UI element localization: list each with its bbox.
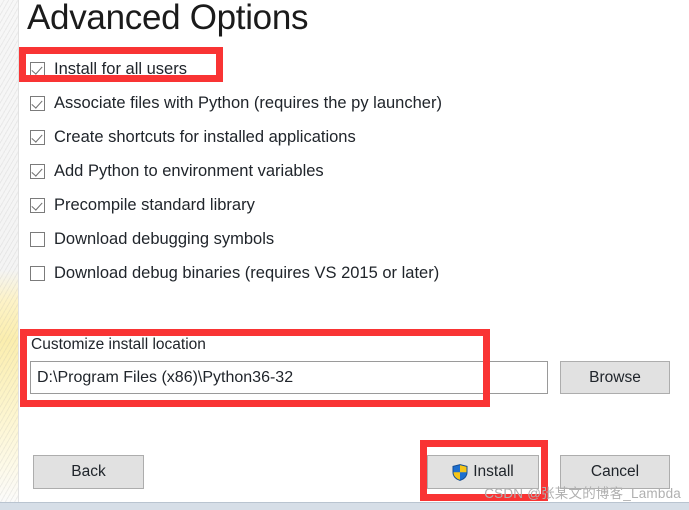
cancel-button-label: Cancel (590, 463, 640, 480)
option-row-associate-files[interactable]: Associate files with Python (requires th… (30, 86, 550, 120)
back-button-label: Back (71, 463, 106, 480)
page-title: Advanced Options (27, 0, 309, 37)
option-row-download-debugging-symbols[interactable]: Download debugging symbols (30, 222, 550, 256)
checkbox-precompile-stdlib[interactable] (30, 197, 45, 213)
banner-strip-edge (18, 0, 19, 503)
option-label: Download debug binaries (requires VS 201… (54, 263, 440, 282)
option-label: Install for all users (54, 59, 187, 78)
uac-shield-icon (452, 463, 468, 481)
checkbox-download-debug-binaries[interactable] (30, 265, 45, 281)
advanced-options-list: Install for all users Associate files wi… (30, 52, 550, 290)
option-row-precompile-stdlib[interactable]: Precompile standard library (30, 188, 550, 222)
checkbox-create-shortcuts[interactable] (30, 129, 45, 145)
browse-button[interactable]: Browse (560, 361, 670, 394)
checkbox-add-python-to-env[interactable] (30, 163, 45, 179)
option-row-install-for-all-users[interactable]: Install for all users (30, 52, 550, 86)
install-location-label: Customize install location (31, 336, 206, 353)
option-label: Create shortcuts for installed applicati… (54, 127, 356, 146)
option-label: Precompile standard library (54, 195, 255, 214)
checkbox-install-for-all-users[interactable] (30, 61, 45, 77)
option-row-download-debug-binaries[interactable]: Download debug binaries (requires VS 201… (30, 256, 550, 290)
back-button[interactable]: Back (33, 455, 144, 489)
option-row-add-python-to-env[interactable]: Add Python to environment variables (30, 154, 550, 188)
checkbox-associate-files[interactable] (30, 95, 45, 111)
bottom-bar (0, 503, 689, 510)
option-label: Associate files with Python (requires th… (54, 93, 442, 112)
banner-strip-texture (0, 0, 18, 503)
watermark-text: CSDN @张某文的博客_Lambda (484, 486, 681, 501)
option-row-create-shortcuts[interactable]: Create shortcuts for installed applicati… (30, 120, 550, 154)
install-location-input[interactable] (30, 361, 548, 394)
python-installer-window: Advanced Options Install for all users A… (0, 0, 689, 510)
install-button-label: Install (473, 463, 514, 480)
browse-button-label: Browse (589, 368, 641, 386)
checkbox-download-debugging-symbols[interactable] (30, 231, 45, 247)
option-label: Add Python to environment variables (54, 161, 324, 180)
option-label: Download debugging symbols (54, 229, 275, 248)
